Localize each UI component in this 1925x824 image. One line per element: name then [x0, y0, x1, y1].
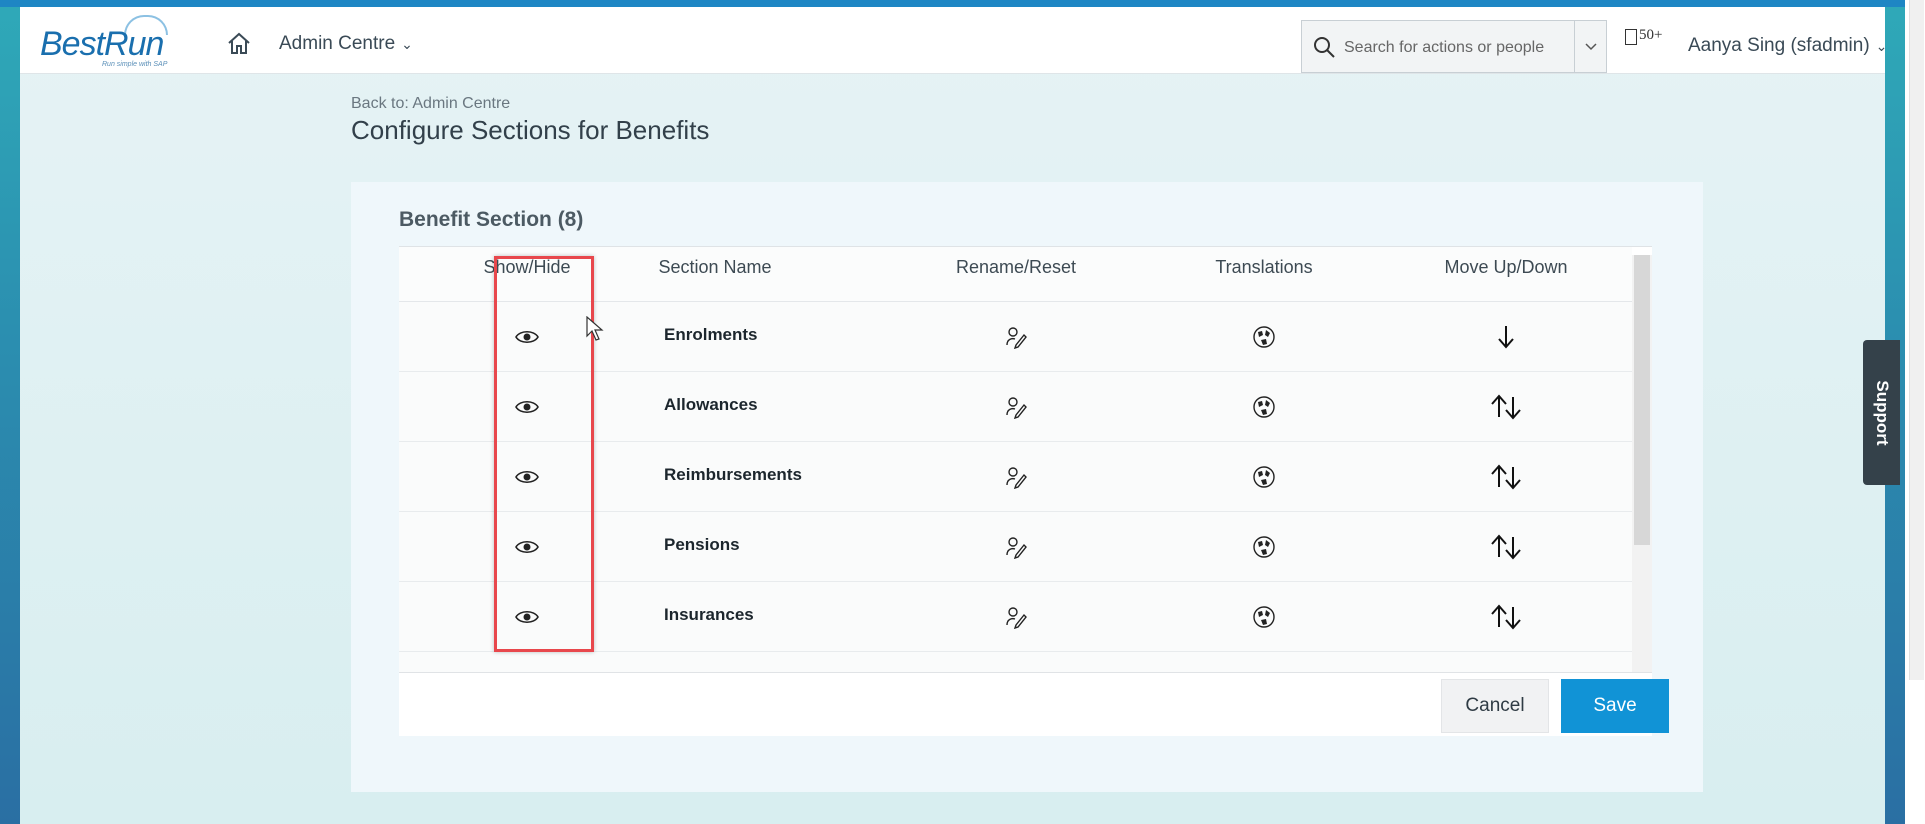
support-label: Support — [1872, 379, 1892, 446]
search-icon[interactable] — [1312, 35, 1336, 59]
sections-table: Show/Hide Section Name Rename/Reset Tran… — [399, 246, 1652, 673]
notifications-button[interactable]: 50+ — [1625, 27, 1662, 48]
edit-pencil-icon[interactable] — [1003, 464, 1029, 490]
home-icon[interactable] — [226, 31, 252, 57]
eye-icon[interactable] — [514, 604, 540, 630]
top-accent-line — [0, 0, 1925, 7]
section-name: Insurances — [664, 605, 754, 624]
eye-icon[interactable] — [514, 464, 540, 490]
user-name: Aanya Sing (sfadmin) — [1688, 35, 1870, 56]
save-button[interactable]: Save — [1561, 679, 1669, 733]
table-scrollbar[interactable] — [1632, 255, 1652, 673]
table-header: Show/Hide Section Name Rename/Reset Tran… — [399, 247, 1632, 302]
page-title: Configure Sections for Benefits — [351, 115, 710, 145]
user-menu[interactable]: Aanya Sing (sfadmin) ⌄ — [1688, 35, 1885, 57]
eye-icon[interactable] — [514, 534, 540, 560]
column-header-section-name: Section Name — [658, 257, 772, 277]
cancel-button[interactable]: Cancel — [1441, 679, 1549, 733]
module-menu[interactable]: Admin Centre ⌄ — [279, 33, 413, 55]
chevron-down-icon: ⌄ — [1875, 38, 1885, 54]
column-header-rename-reset: Rename/Reset — [955, 257, 1077, 277]
table-row: Insurances — [399, 582, 1632, 652]
table-row: Enrolments — [399, 302, 1632, 372]
benefit-section-panel: Benefit Section (8) Show/Hide Section Na… — [351, 182, 1703, 792]
chevron-down-icon — [1584, 42, 1597, 50]
chevron-down-icon: ⌄ — [401, 36, 413, 52]
globe-icon[interactable] — [1251, 324, 1277, 350]
panel-title: Benefit Section (8) — [399, 208, 584, 231]
section-name: Enrolments — [664, 325, 758, 344]
arrow-up-down-icon[interactable] — [1489, 604, 1523, 630]
column-header-move: Move Up/Down — [1444, 257, 1568, 277]
edit-pencil-icon[interactable] — [1003, 394, 1029, 420]
eye-icon[interactable] — [514, 394, 540, 420]
notification-icon — [1625, 29, 1637, 45]
search-input[interactable] — [1342, 33, 1556, 63]
edit-pencil-icon[interactable] — [1003, 324, 1029, 350]
support-tab[interactable]: Support — [1863, 340, 1900, 485]
arrow-down-icon[interactable] — [1493, 324, 1519, 350]
eye-icon[interactable] — [514, 324, 540, 350]
table-row: Reimbursements — [399, 442, 1632, 512]
module-menu-label: Admin Centre — [279, 33, 396, 54]
column-header-translations: Translations — [1215, 257, 1313, 277]
app-window: BestRun Run simple with SAP Admin Centre… — [20, 7, 1885, 824]
edit-pencil-icon[interactable] — [1003, 534, 1029, 560]
table-footer: Cancel Save — [399, 672, 1669, 736]
search-dropdown-button[interactable] — [1574, 21, 1606, 72]
shell-bar: BestRun Run simple with SAP Admin Centre… — [20, 7, 1885, 74]
arrow-up-down-icon[interactable] — [1489, 464, 1523, 490]
column-header-show-hide: Show/Hide — [483, 257, 571, 277]
globe-icon[interactable] — [1251, 604, 1277, 630]
arrow-up-down-icon[interactable] — [1489, 534, 1523, 560]
table-row: Allowances — [399, 372, 1632, 442]
logo-tagline: Run simple with SAP — [102, 61, 168, 68]
search-box — [1301, 20, 1607, 73]
page-scrollbar[interactable] — [1909, 0, 1924, 680]
company-logo[interactable]: BestRun Run simple with SAP — [36, 13, 186, 69]
section-name: Allowances — [664, 395, 758, 414]
table-scroll-thumb[interactable] — [1634, 255, 1650, 545]
arrow-up-down-icon[interactable] — [1489, 394, 1523, 420]
globe-icon[interactable] — [1251, 534, 1277, 560]
edit-pencil-icon[interactable] — [1003, 604, 1029, 630]
notification-count: 50+ — [1639, 27, 1663, 43]
section-name: Reimbursements — [664, 465, 802, 484]
table-row: Pensions — [399, 512, 1632, 582]
back-link[interactable]: Back to: Admin Centre — [351, 95, 510, 113]
globe-icon[interactable] — [1251, 464, 1277, 490]
table-row-partial — [399, 652, 1632, 673]
section-name: Pensions — [664, 535, 740, 554]
globe-icon[interactable] — [1251, 394, 1277, 420]
logo-text: BestRun — [40, 25, 164, 63]
